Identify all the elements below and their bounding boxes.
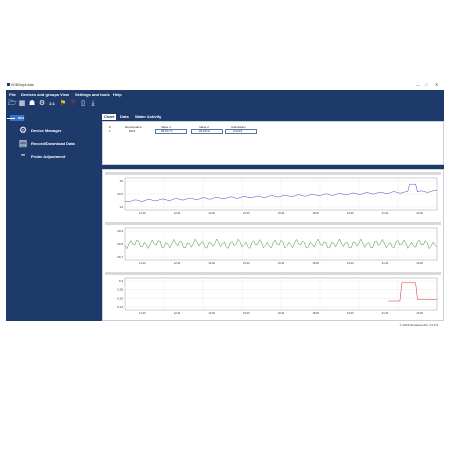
chart-header-bar [105,172,441,175]
x-tick-label: 23:20 [416,311,423,315]
row-devicename: MC2 [129,129,136,133]
title-bar: HOBOtaps data — □ ✕ [6,81,444,90]
x-tick-label: 18:00 [312,261,319,265]
y-tick-label: 0.26 [117,296,123,300]
x-tick-label: 15:20 [243,311,250,315]
x-tick-label: 21:20 [382,261,389,265]
folder-icon[interactable]: 🗁 [8,100,17,108]
status-bar: © 2019 Novasina AG, V1.5.3 [6,321,444,328]
device-label: MC2 [18,116,25,120]
status-text: © 2019 Novasina AG, V1.5.3 [399,323,438,327]
document-icon: ▤ [18,138,28,148]
x-tick-label: 19:20 [347,211,354,215]
gear-icon[interactable]: ⚙ [38,100,46,108]
close-button[interactable]: ✕ [435,82,438,87]
minimize-button[interactable]: — [416,82,420,87]
device-line-icon [7,118,15,119]
gear-icon: ⚙ [18,125,28,135]
y-tick-label: 25 [120,179,124,183]
x-tick-label: 11:20 [139,261,146,265]
x-tick-label: 21:20 [382,311,389,315]
x-tick-label: 18:00 [312,211,319,215]
sidebar: MC2 ⚙ Device Manager ▤ Record/Download D… [6,112,96,321]
x-tick-label: 11:20 [139,211,146,215]
menu-file[interactable]: File [9,92,16,97]
x-tick-label: 12:40 [174,311,181,315]
x-tick-label: 21:20 [382,211,389,215]
y-tick-label: 24.5 [117,192,123,196]
menu-help[interactable]: Help [113,92,122,97]
x-tick-label: 19:20 [347,311,354,315]
row-value1: 25.64 °C [161,129,173,133]
y-tick-label: 0.28 [117,288,123,292]
y-tick-label: 29.9 [117,229,123,233]
group-icon[interactable]: ☗ [28,100,36,108]
charts-panel: 25 24.5 24 11:20 12:40 14:00 15:20 16:40 18:00 19… [102,169,444,321]
y-tick-label: 29.7 [117,255,123,259]
x-tick-label: 19:20 [347,261,354,265]
y-tick-label: 0.3 [119,279,124,283]
device-tab-mc2[interactable]: MC2 [7,115,25,121]
x-tick-label: 14:00 [208,311,215,315]
app-icon [7,83,10,86]
x-tick-label: 16:40 [278,211,285,215]
device-icon[interactable]: ▯ [79,100,87,108]
maximize-button[interactable]: □ [425,82,427,87]
x-tick-label: 16:40 [278,261,285,265]
flag-icon[interactable]: ⚑ [59,100,67,108]
toolbar: 🗁 ▦ ☗ ⚙ 1:1 ⚑ ? ▯ ⤓ [6,98,444,110]
row-calculation: 0.2474 [233,129,243,133]
menu-devices-and-groups[interactable]: Devices and groups [21,92,59,97]
sidebar-item-label: Record/Download Data [31,141,75,146]
row-value2: 24.00 % [199,129,211,133]
download-icon[interactable]: ⤓ [89,100,97,108]
x-tick-label: 16:40 [278,311,285,315]
ratio-icon[interactable]: 1:1 [48,100,56,108]
x-tick-label: 23:20 [416,261,423,265]
x-tick-label: 15:20 [243,261,250,265]
x-tick-label: 14:00 [208,261,215,265]
x-tick-label: 15:20 [243,211,250,215]
tab-chart[interactable]: Chart [102,114,117,120]
probe-icon: ━ [21,153,25,159]
y-tick-label: 29.8 [117,242,123,246]
app-area: File Devices and groups View Settings an… [6,90,444,321]
row-number: 1 [109,129,111,133]
main-panel: Chart Data Water Activity # Devicename V… [98,112,444,321]
sidebar-item-label: Device Manager [31,128,62,133]
device-table-panel: # Devicename Value 1 Value 2 Calculation… [102,121,444,165]
menu-bar: File Devices and groups View Settings an… [6,90,444,98]
x-tick-label: 18:00 [312,311,319,315]
app-window: HOBOtaps data — □ ✕ File Devices and gro… [6,81,444,328]
tab-water-activity[interactable]: Water Activity [133,114,163,120]
x-tick-label: 14:00 [208,211,215,215]
chart-header-bar [105,272,441,275]
charts-svg[interactable]: 25 24.5 24 11:20 12:40 14:00 15:20 16:40 18:00 19… [103,170,443,320]
tab-data[interactable]: Data [118,114,131,120]
calculator-icon[interactable]: ▦ [18,100,26,108]
x-tick-label: 12:40 [174,261,181,265]
window-title: HOBOtaps data [11,83,34,87]
x-tick-label: 12:40 [174,211,181,215]
menu-view[interactable]: View [60,92,69,97]
x-tick-label: 23:20 [416,211,423,215]
help-icon[interactable]: ? [69,100,77,108]
sidebar-item-label: Probe Adjustment [31,154,66,159]
y-tick-label: 0.24 [117,305,123,309]
y-tick-label: 24 [120,205,124,209]
menu-settings-and-tools[interactable]: Settings and tools [75,92,110,97]
chart-header-bar [105,222,441,225]
x-tick-label: 11:20 [139,311,146,315]
